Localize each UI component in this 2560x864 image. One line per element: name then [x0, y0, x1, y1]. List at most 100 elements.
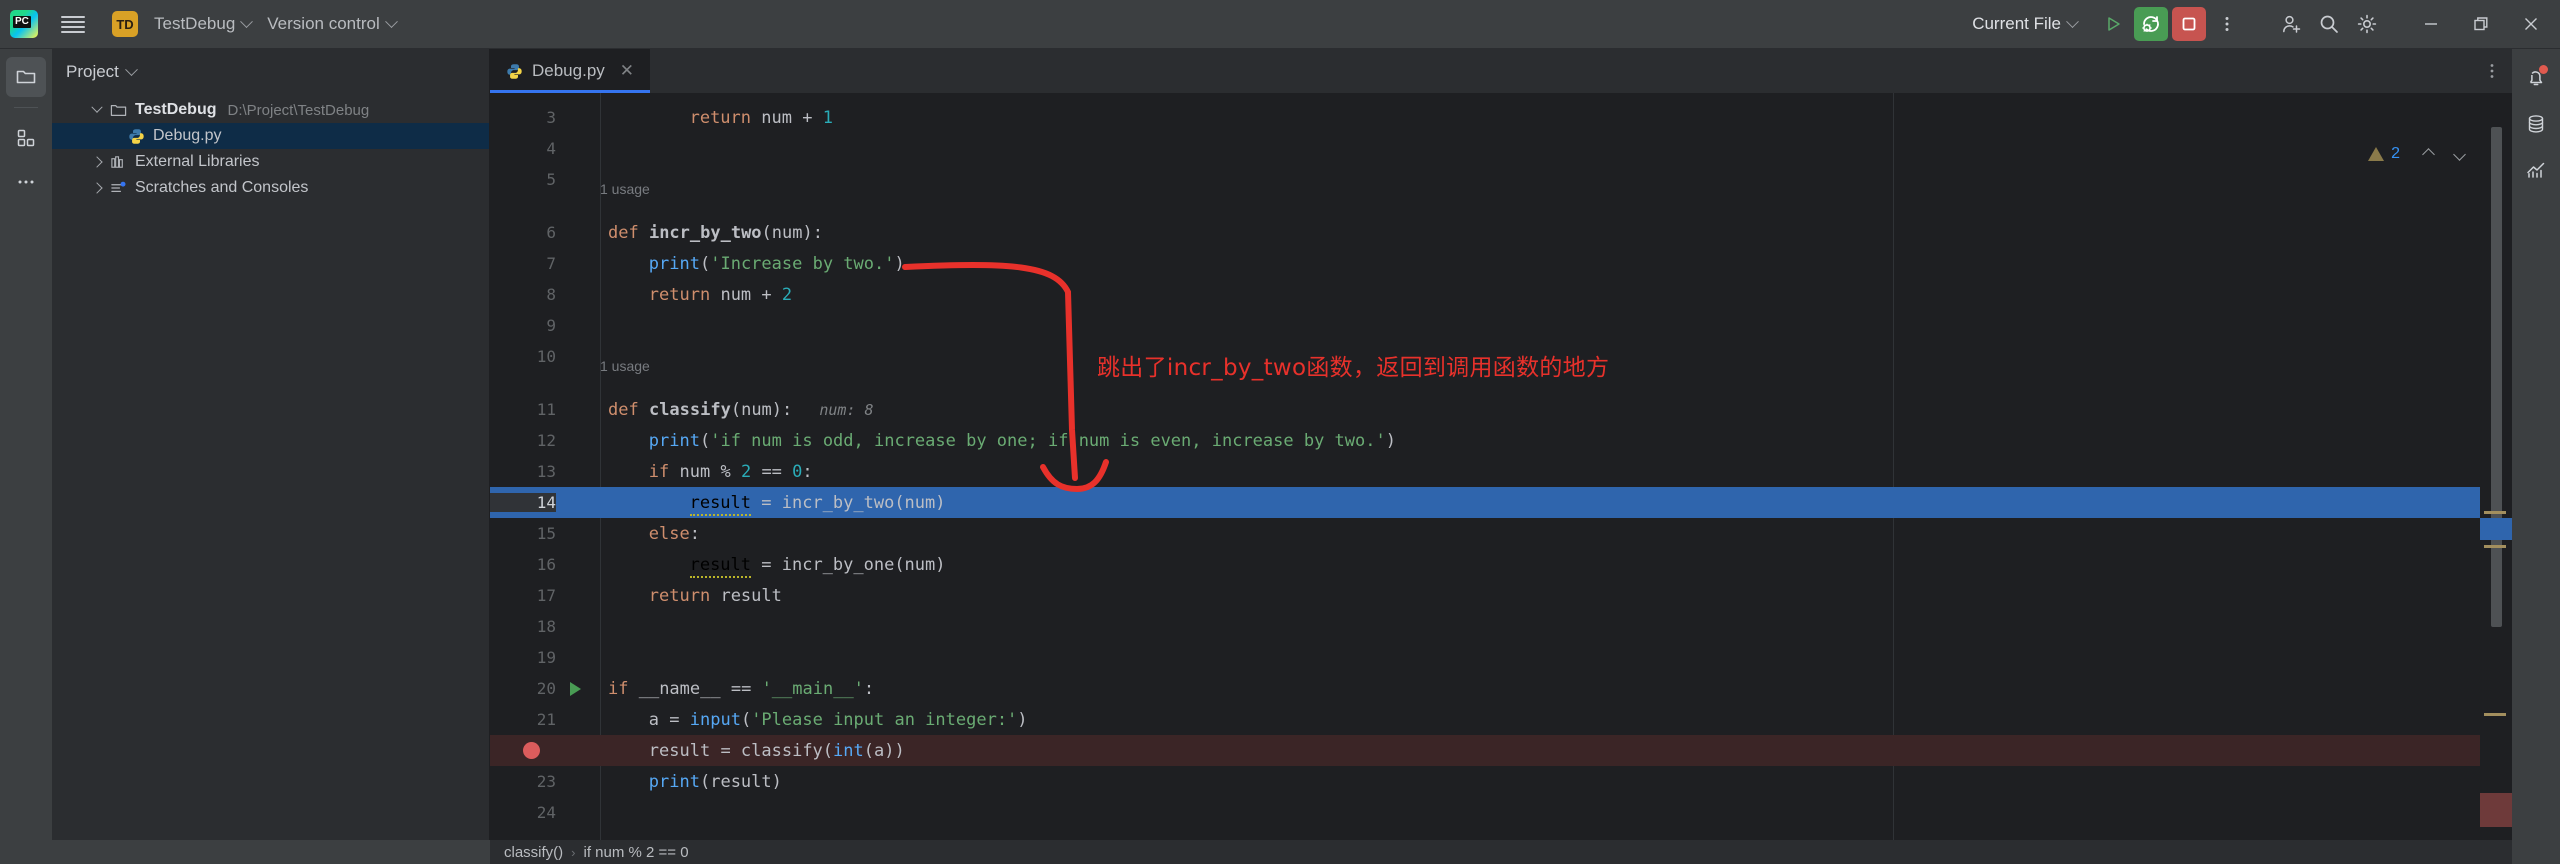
gutter-slot: [562, 487, 588, 518]
code-line[interactable]: 7 print('Increase by two.'): [490, 248, 2512, 279]
code-line[interactable]: 15 else:: [490, 518, 2512, 549]
code-line[interactable]: 20 if __name__ == '__main__':: [490, 673, 2512, 704]
run-gutter-icon[interactable]: [569, 681, 581, 696]
inspection-widget[interactable]: 2: [2368, 145, 2466, 163]
code-token: :: [863, 678, 875, 699]
run-gutter[interactable]: [562, 673, 588, 704]
code-line[interactable]: 24: [490, 797, 2512, 828]
code-line[interactable]: 8 return num + 2: [490, 279, 2512, 310]
code-token: result: [689, 554, 752, 578]
chevron-up-icon[interactable]: [2422, 147, 2435, 161]
sidebar-more-tools-button[interactable]: [6, 162, 46, 202]
code-line[interactable]: 14 result = incr_by_two(num): [490, 487, 2512, 518]
code-token: result: [710, 585, 782, 606]
tab-bar-spacer: [650, 49, 2472, 93]
code-line[interactable]: 16 result = incr_by_one(num): [490, 549, 2512, 580]
account-button[interactable]: [2274, 7, 2308, 41]
maximize-window-button[interactable]: [2458, 0, 2504, 48]
code-token: incr_by_two(num): [781, 492, 946, 513]
code-token: result: [689, 492, 752, 516]
run-configuration-selector[interactable]: Current File: [1963, 9, 2086, 39]
search-everywhere-button[interactable]: [2312, 7, 2346, 41]
code-line[interactable]: 12 print('if num is odd, increase by one;…: [490, 425, 2512, 456]
code-line[interactable]: 18: [490, 611, 2512, 642]
sidebar-item-structure[interactable]: [6, 118, 46, 158]
code-line[interactable]: 3 return num + 1: [490, 102, 2512, 133]
code-token: num: [751, 107, 803, 128]
code-token: +: [761, 284, 782, 305]
more-actions-button[interactable]: [2210, 7, 2244, 41]
database-button[interactable]: [2517, 105, 2555, 143]
chevron-right-icon[interactable]: [90, 182, 104, 194]
code-line[interactable]: 9: [490, 310, 2512, 341]
editor-scrollbar-thumb[interactable]: [2491, 127, 2502, 627]
run-button[interactable]: [2096, 7, 2130, 41]
code-line[interactable]: 19: [490, 642, 2512, 673]
breakpoint-icon[interactable]: [522, 742, 540, 759]
editor-marker-bar[interactable]: [2480, 93, 2512, 840]
gutter-slot: [562, 425, 588, 456]
breakpoint-gutter[interactable]: [518, 735, 544, 766]
code-line[interactable]: result = classify(int(a)): [490, 735, 2512, 766]
code-token: :: [689, 523, 700, 544]
hamburger-menu-icon[interactable]: [56, 7, 90, 41]
code-editor[interactable]: 3 return num + 1451 usage 6 def incr_by_two…: [490, 93, 2512, 840]
line-number: 14: [490, 493, 556, 512]
minimize-window-button[interactable]: [2408, 0, 2454, 48]
editor-options-button[interactable]: [2472, 49, 2512, 93]
profiler-button[interactable]: [2517, 151, 2555, 189]
rerun-debug-button[interactable]: [2134, 7, 2168, 41]
chevron-right-icon[interactable]: [90, 156, 104, 168]
code-line[interactable]: 4: [490, 133, 2512, 164]
project-panel: Project TestDebug D:\Project\TestDebug D…: [52, 49, 490, 840]
code-token: 'if num is odd, increase by one; if num …: [710, 430, 1386, 451]
project-panel-header[interactable]: Project: [52, 55, 489, 89]
chevron-down-icon[interactable]: [90, 101, 104, 114]
code-line[interactable]: 11 def classify(num): num: 8: [490, 394, 2512, 425]
code-line[interactable]: 21 a = input('Please input an integer:'): [490, 704, 2512, 735]
code-token: (: [699, 253, 711, 274]
python-file-icon: [126, 128, 146, 145]
left-tool-strip: [0, 49, 52, 840]
code-line[interactable]: 6 def incr_by_two(num):: [490, 217, 2512, 248]
settings-button[interactable]: [2350, 7, 2384, 41]
tree-item-external-libraries[interactable]: External Libraries: [52, 149, 489, 175]
tree-item-testdebug[interactable]: TestDebug D:\Project\TestDebug: [52, 97, 489, 123]
code-token: (num):: [761, 222, 823, 243]
tree-item-scratches-and-consoles[interactable]: Scratches and Consoles: [52, 175, 489, 201]
tab-debug-py[interactable]: Debug.py ✕: [490, 49, 651, 93]
breadcrumb-separator: ›: [571, 844, 576, 860]
tree-item-debug-py[interactable]: Debug.py: [52, 123, 489, 149]
usage-hint[interactable]: 1 usage: [600, 352, 650, 374]
code-line[interactable]: 13 if num % 2 == 0:: [490, 456, 2512, 487]
code-line[interactable]: 17 return result: [490, 580, 2512, 611]
chevron-down-icon[interactable]: [2453, 147, 2466, 161]
notifications-button[interactable]: [2517, 59, 2555, 97]
warning-marker[interactable]: [2484, 511, 2506, 514]
usage-hint[interactable]: 1 usage: [600, 175, 650, 197]
line-number: 19: [536, 648, 556, 667]
breadcrumb-statement[interactable]: if num % 2 == 0: [584, 844, 689, 861]
code-line[interactable]: 23 print(result): [490, 766, 2512, 797]
warning-marker[interactable]: [2484, 545, 2506, 548]
gutter-slot: [562, 248, 588, 279]
version-control-menu[interactable]: Version control: [259, 9, 403, 39]
breakpoint-marker[interactable]: [2480, 793, 2512, 827]
warning-marker[interactable]: [2484, 713, 2506, 716]
gutter-slot: [562, 133, 588, 164]
current-line-marker[interactable]: [2480, 518, 2512, 540]
project-selector[interactable]: TD TestDebug: [104, 6, 259, 42]
right-tool-strip: [2512, 49, 2560, 864]
close-window-button[interactable]: [2508, 0, 2554, 48]
sidebar-item-project[interactable]: [6, 57, 46, 97]
title-bar: TD TestDebug Version control Current Fil…: [0, 0, 2560, 49]
stop-button[interactable]: [2172, 7, 2206, 41]
project-tree: TestDebug D:\Project\TestDebug Debug.py: [52, 89, 489, 201]
code-line[interactable]: 5: [490, 164, 2512, 195]
code-token: 1: [822, 107, 833, 128]
line-number: 17: [536, 586, 556, 605]
line-number: 4: [546, 139, 556, 158]
breadcrumb-function[interactable]: classify(): [504, 844, 563, 861]
close-x-icon[interactable]: ✕: [620, 61, 634, 81]
code-token: print: [648, 771, 700, 792]
